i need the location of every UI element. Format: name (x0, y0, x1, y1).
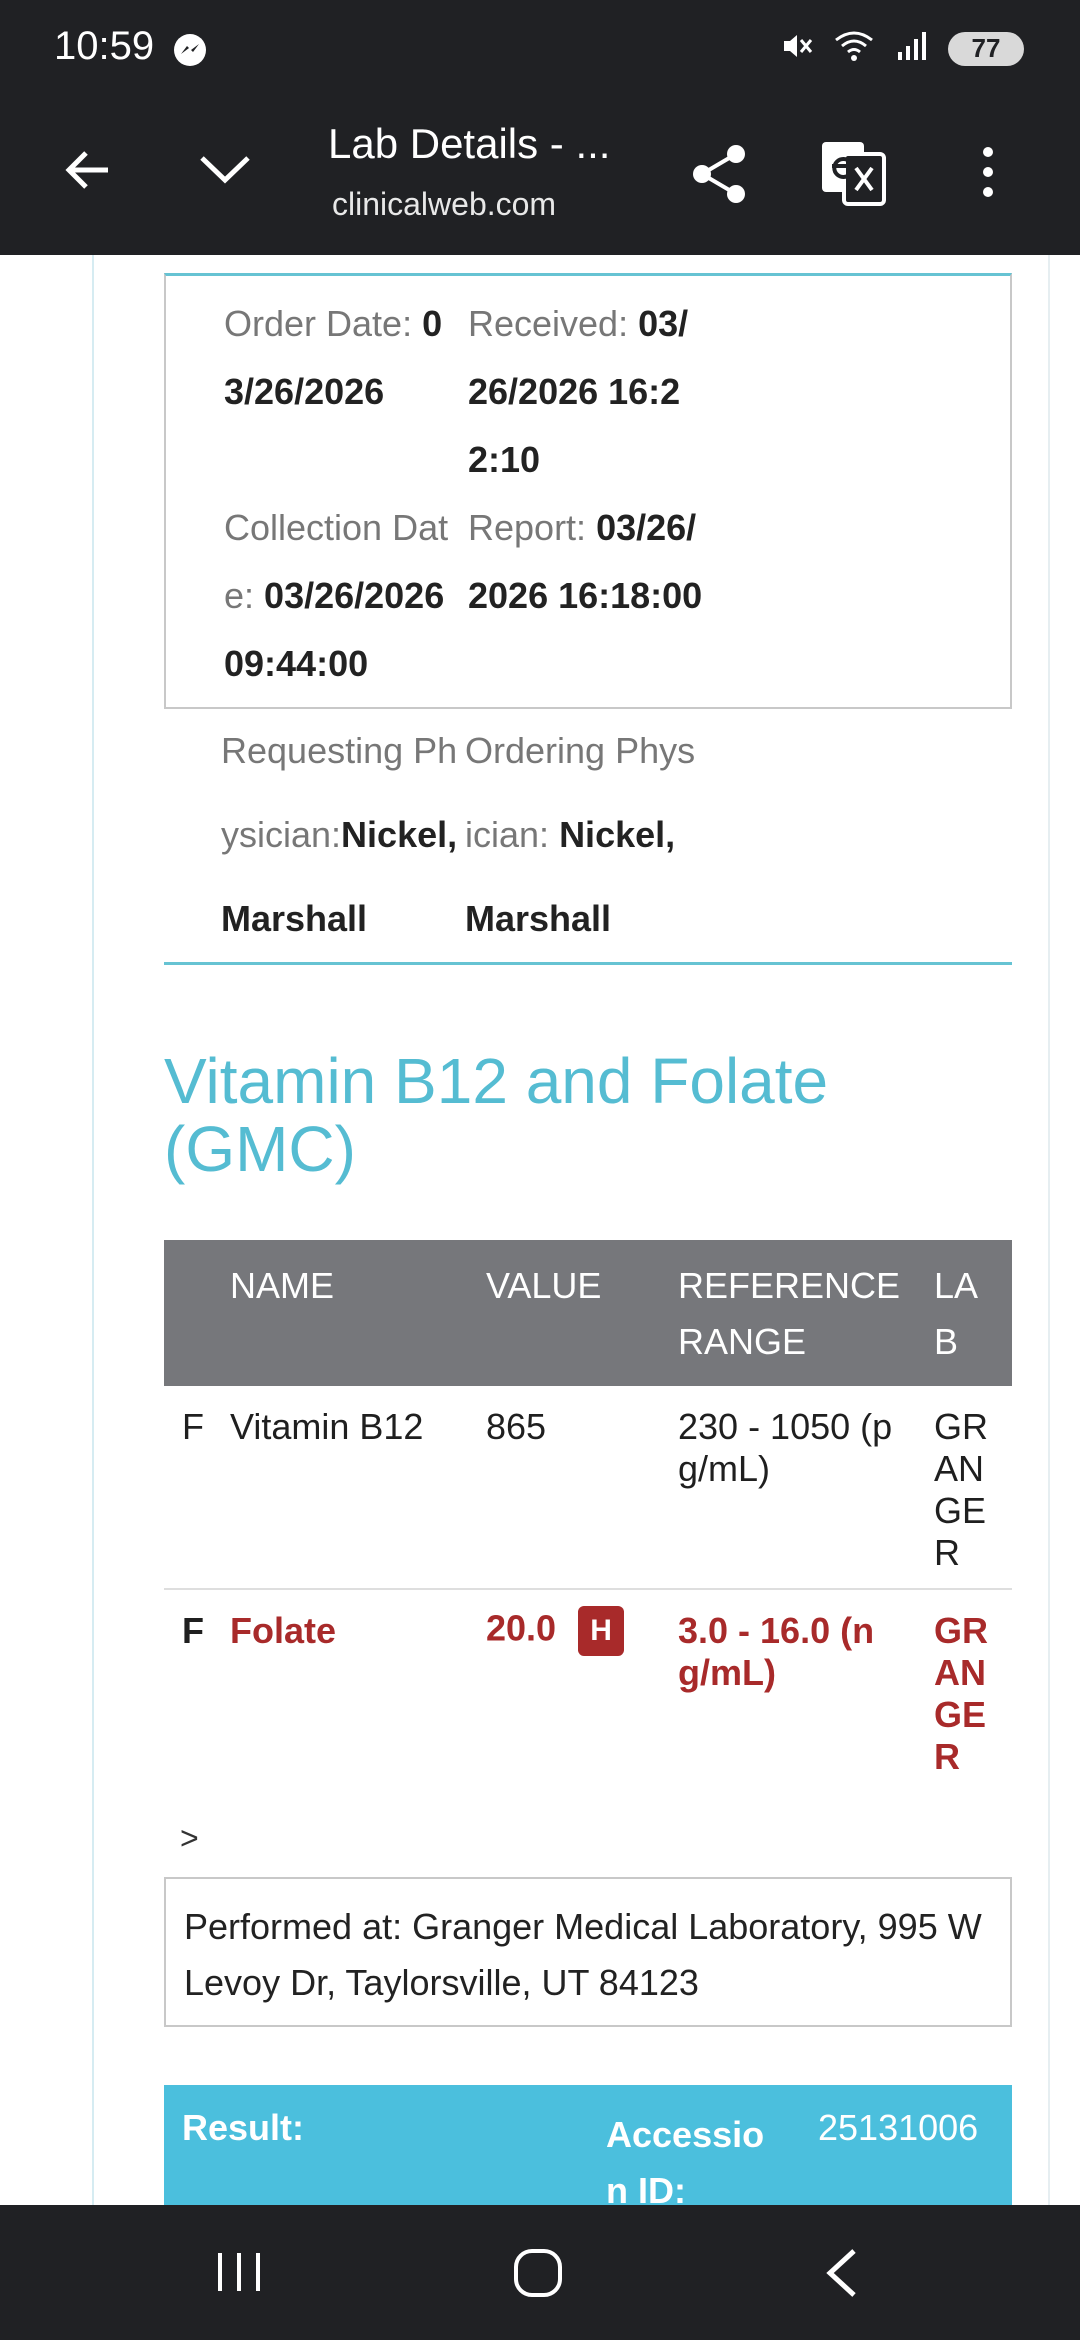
home-icon[interactable] (510, 2245, 566, 2306)
requesting-physician: Requesting Physician:Nickel, Marshall (221, 709, 459, 961)
collection-date-value: 03/26/2026 09:44:00 (224, 575, 445, 684)
test-value: 865 (486, 1406, 547, 1447)
status-icons: 77 (778, 28, 1024, 69)
received-date: Received: 03/26/2026 16:22:10 (468, 290, 706, 494)
row-flag: F (182, 1406, 204, 1447)
translate-icon[interactable] (820, 140, 886, 211)
performed-at-box: Performed at: Granger Medical Laboratory… (164, 1877, 1012, 2027)
content-left-border (92, 255, 94, 2205)
more-vert-icon[interactable] (976, 144, 1000, 205)
high-flag-badge: H (578, 1606, 625, 1656)
accession-id-value: 25131006 (818, 2107, 979, 2148)
system-nav-bar (0, 2205, 1080, 2340)
section-title: Vitamin B12 and Folate (GMC) (164, 1045, 829, 1185)
expand-toggle[interactable]: > (180, 1820, 199, 1857)
status-time: 10:59 (54, 24, 155, 68)
dates-panel: Order Date: 03/26/2026 Received: 03/26/2… (164, 273, 1012, 709)
page-content: Order Date: 03/26/2026 Received: 03/26/2… (0, 255, 1080, 2205)
collection-date: Collection Date: 03/26/2026 09:44:00 (224, 494, 462, 698)
row-flag: F (182, 1610, 204, 1651)
report-label: Report: (468, 507, 587, 548)
table-header: NAME VALUE REFERENCE RANGE LAB (164, 1240, 1012, 1386)
lab-name: GRANGER (934, 1406, 988, 1573)
battery-indicator: 77 (948, 31, 1024, 66)
test-value: 20.0 (486, 1607, 557, 1649)
lab-name: GRANGER (934, 1610, 988, 1777)
signal-icon (894, 28, 930, 69)
browser-toolbar: Lab Details - ... clinicalweb.com (0, 100, 1080, 255)
accession-id-label: Accession ID: (606, 2114, 765, 2205)
results-table: NAME VALUE REFERENCE RANGE LAB F Vitamin… (164, 1240, 1012, 1790)
test-name[interactable]: Vitamin B12 (230, 1406, 423, 1448)
back-arrow-icon[interactable] (62, 144, 114, 201)
share-icon[interactable] (690, 142, 750, 211)
recent-apps-icon[interactable] (214, 2249, 264, 2300)
wifi-icon (832, 28, 876, 69)
order-date: Order Date: 03/26/2026 (224, 290, 462, 426)
header-value: VALUE (486, 1265, 602, 1306)
back-nav-icon[interactable] (820, 2245, 864, 2306)
messenger-icon (172, 32, 208, 73)
result-header-bar: Result: Accession ID: 25131006 (164, 2085, 1012, 2205)
status-bar: 10:59 77 (0, 0, 1080, 100)
table-row[interactable]: F Vitamin B12 865 230 - 1050 (pg/mL) GRA… (164, 1386, 1012, 1590)
mute-icon (778, 28, 814, 69)
received-label: Received: (468, 303, 629, 344)
header-name: NAME (230, 1265, 335, 1306)
reference-range: 230 - 1050 (pg/mL) (678, 1406, 893, 1489)
report-date: Report: 03/26/2026 16:18:00 (468, 494, 706, 630)
header-reference-range: REFERENCE RANGE (678, 1265, 901, 1362)
table-row[interactable]: F Folate 20.0 H 3.0 - 16.0 (ng/mL) GRANGE… (164, 1590, 1012, 1790)
order-date-label: Order Date: (224, 303, 413, 344)
test-value-cell: 20.0 H (486, 1606, 625, 1656)
divider (164, 962, 1012, 965)
chevron-down-icon[interactable] (196, 148, 254, 193)
ordering-physician: Ordering Physician: Nickel, Marshall (465, 709, 703, 961)
result-label: Result: (182, 2107, 305, 2148)
test-name[interactable]: Folate (230, 1610, 336, 1652)
page-title: Lab Details - ... (328, 120, 611, 167)
page-url[interactable]: clinicalweb.com (332, 186, 556, 223)
header-lab: LAB (934, 1265, 979, 1362)
content-right-border (1048, 255, 1050, 2205)
reference-range: 3.0 - 16.0 (ng/mL) (678, 1610, 875, 1693)
